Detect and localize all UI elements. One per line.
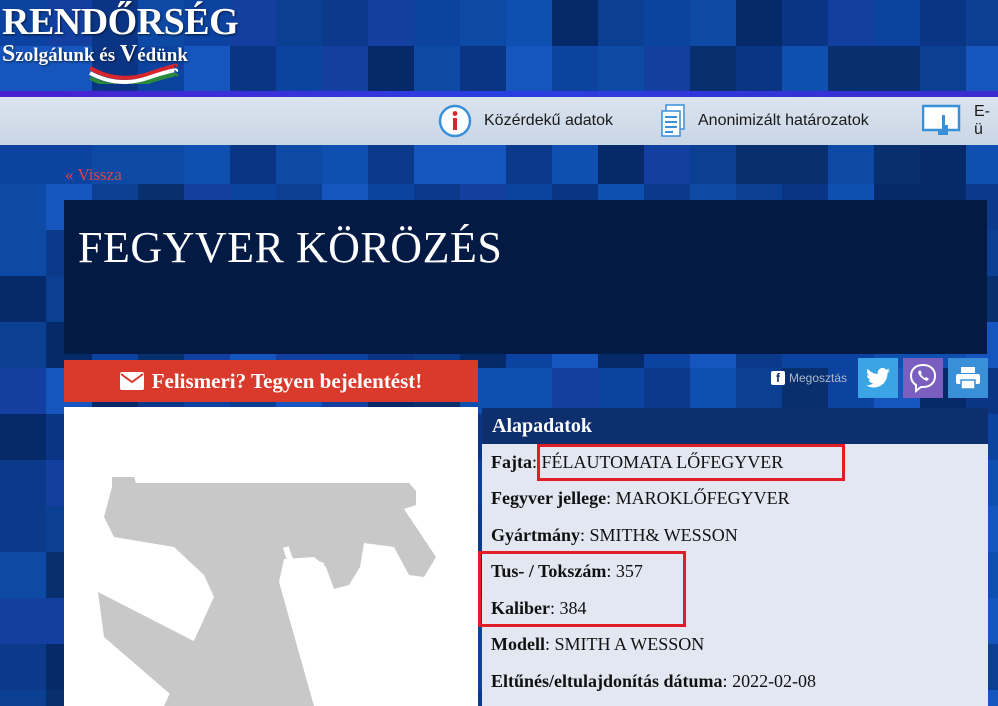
nav-item-anonimizalt-hatarozatok[interactable]: Anonimizált határozatok [660, 97, 869, 145]
detail-row-modell: Modell: SMITH A WESSON [491, 634, 705, 655]
info-icon [438, 104, 472, 138]
share-bar: f Megosztás [770, 358, 988, 398]
facebook-share[interactable]: f Megosztás [770, 371, 847, 385]
highlight-box-fajta [537, 444, 845, 481]
detail-value: 2022-02-08 [732, 670, 817, 691]
pistol-icon [98, 477, 436, 706]
detail-label: Eltűnés/eltulajdonítás dátuma [491, 670, 723, 691]
nav-item-e-ugyintezes[interactable]: E-ü [922, 97, 998, 145]
hungarian-flag-ribbon [89, 63, 178, 84]
detail-value: SMITH A WESSON [554, 634, 705, 655]
twitter-share-button[interactable] [858, 358, 898, 398]
highlight-box-tokszam-kaliber [478, 551, 686, 627]
detail-label: Gyártmány [491, 524, 580, 545]
page-title: FEGYVER KÖRÖZÉS [78, 223, 503, 272]
nav-item-kozerdeku-adatok[interactable]: Közérdekű adatok [438, 97, 613, 145]
report-button[interactable]: Felismeri? Tegyen bejelentést! [64, 360, 478, 402]
print-icon [956, 367, 980, 389]
document-icon [660, 104, 686, 138]
nav-label: E-ü [974, 103, 990, 138]
viber-icon [909, 363, 937, 393]
facebook-share-label: Megosztás [788, 371, 847, 385]
detail-value: MAROKLŐFEGYVER [615, 488, 790, 509]
nav-label: Anonimizált határozatok [698, 112, 869, 129]
facebook-icon: f [770, 371, 785, 385]
detail-label: Modell [491, 634, 545, 655]
twitter-icon [866, 368, 890, 388]
report-button-label: Felismeri? Tegyen bejelentést! [151, 368, 423, 393]
touch-screen-icon [922, 103, 962, 139]
logo-title: RENDŐRSÉG [2, 1, 239, 43]
details-heading: Alapadatok [482, 408, 988, 444]
envelope-icon [119, 372, 144, 390]
detail-label: Fegyver jellege [491, 488, 607, 509]
site-header: RENDŐRSÉG Szolgálunk és Védünk [0, 0, 998, 92]
back-link[interactable]: « Vissza [65, 165, 122, 185]
detail-row-fegyver-jellege: Fegyver jellege: MAROKLŐFEGYVER [491, 488, 790, 509]
top-navigation: Közérdekű adatok Anonimizált határozatok… [0, 97, 998, 145]
detail-value: SMITH& WESSON [589, 524, 738, 545]
weapon-image-placeholder [64, 407, 478, 706]
detail-label: Fajta [491, 451, 532, 472]
viber-share-button[interactable] [903, 358, 943, 398]
nav-label: Közérdekű adatok [484, 112, 613, 129]
title-box: FEGYVER KÖRÖZÉS [64, 200, 987, 354]
print-button[interactable] [948, 358, 988, 398]
police-logo[interactable]: RENDŐRSÉG Szolgálunk és Védünk [0, 0, 260, 92]
detail-row-gyartmany: Gyártmány: SMITH& WESSON [491, 524, 738, 545]
detail-row-eltunes-datuma: Eltűnés/eltulajdonítás dátuma: 2022-02-0… [491, 670, 817, 691]
